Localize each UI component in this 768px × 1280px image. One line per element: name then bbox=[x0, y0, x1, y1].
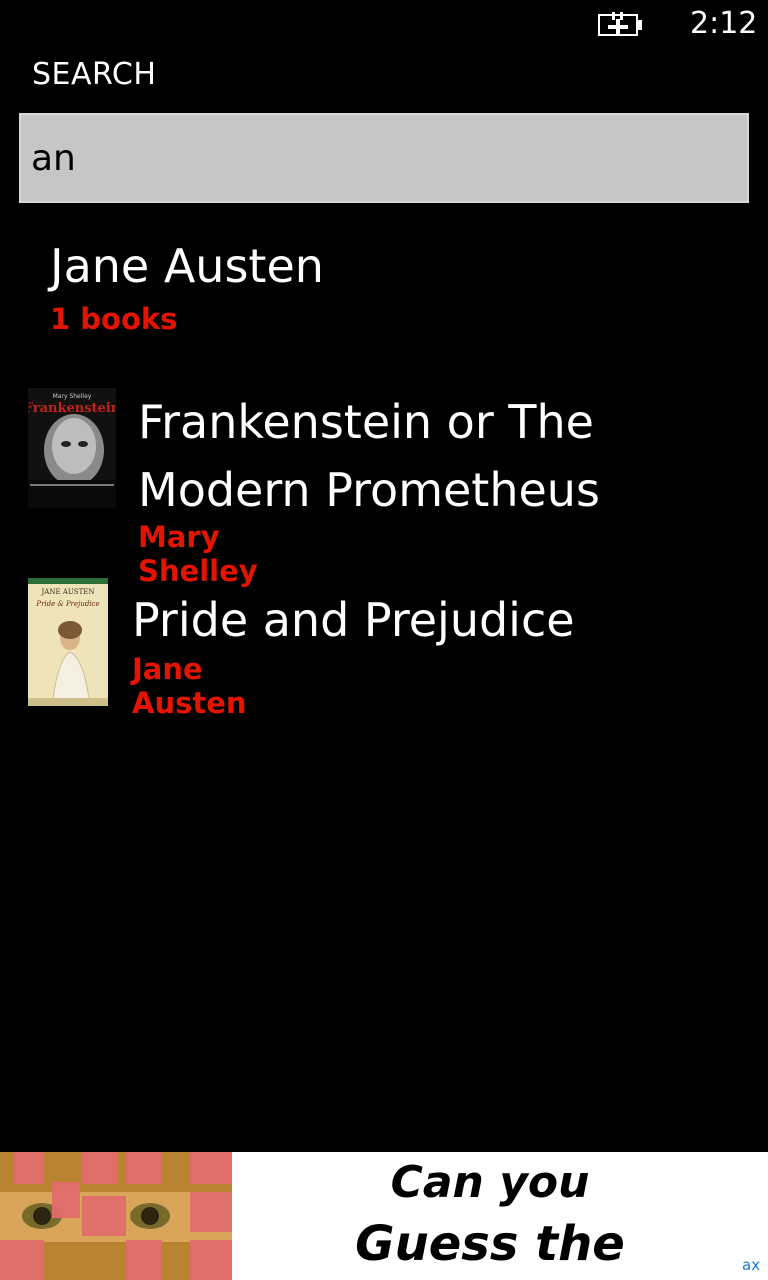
book-author: Jane Austen bbox=[132, 652, 247, 720]
ad-picture bbox=[0, 1152, 232, 1280]
author-book-count: 1 books bbox=[50, 302, 178, 336]
ad-headline-1: Can you bbox=[390, 1157, 590, 1208]
book-cover-pride-and-prejudice: JANE AUSTEN Pride & Prejudice bbox=[28, 578, 108, 706]
status-bar: 2:12 bbox=[0, 0, 768, 50]
search-box[interactable] bbox=[19, 113, 749, 203]
page-title: SEARCH bbox=[32, 57, 157, 92]
cover-title-text: Frankenstein bbox=[28, 401, 116, 416]
ad-text: Can you Guess the Picture? bbox=[240, 1152, 740, 1280]
search-input[interactable] bbox=[21, 115, 747, 201]
battery-charging-icon bbox=[598, 12, 642, 36]
book-author: Mary Shelley bbox=[138, 520, 258, 588]
cover-author-text: Mary Shelley bbox=[53, 393, 92, 400]
author-name: Jane Austen bbox=[50, 239, 324, 293]
cover-title-text: Pride & Prejudice bbox=[35, 600, 99, 608]
author-result[interactable]: Jane Austen 1 books bbox=[50, 238, 324, 336]
book-cover-frankenstein: Mary Shelley Frankenstein bbox=[28, 388, 116, 508]
book-title: Frankenstein or The Modern Prometheus bbox=[138, 395, 600, 517]
ad-banner[interactable]: Can you Guess the Picture? bbox=[0, 1152, 768, 1280]
ad-headline-2: Guess the Picture? bbox=[355, 1216, 625, 1272]
cover-author-text: JANE AUSTEN bbox=[41, 588, 95, 596]
status-clock: 2:12 bbox=[690, 6, 758, 41]
ad-network-mark[interactable]: ax bbox=[742, 1256, 760, 1274]
book-title: Pride and Prejudice bbox=[132, 593, 575, 647]
